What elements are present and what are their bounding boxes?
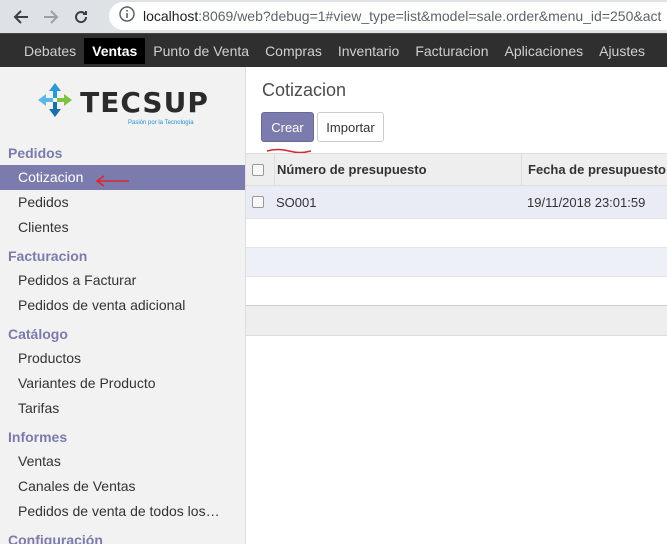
list-header: Número de presupuesto Fecha de presupues… (246, 153, 667, 186)
import-button[interactable]: Importar (317, 112, 384, 142)
topmenu-item-ventas[interactable]: Ventas (84, 37, 146, 64)
sidebar-item-ventas[interactable]: Ventas (0, 449, 245, 474)
empty-row (246, 277, 667, 306)
create-button[interactable]: Crear (261, 112, 314, 142)
cell-numero: SO001 (276, 194, 317, 210)
forward-icon[interactable] (36, 2, 66, 32)
reload-icon[interactable] (66, 2, 96, 32)
info-icon[interactable] (119, 5, 135, 27)
sidebar-item-pedidos[interactable]: Pedidos (0, 190, 245, 215)
sidebar-section-catalogo: Catálogo (8, 326, 68, 342)
topmenu-item-punto-de-venta[interactable]: Punto de Venta (145, 38, 257, 64)
cell-fecha: 19/11/2018 23:01:59 (527, 194, 646, 210)
topmenu-item-ajustes[interactable]: Ajustes (591, 38, 653, 64)
table-row[interactable]: SO001 19/11/2018 23:01:59 (246, 186, 667, 219)
sidebar-item-clientes[interactable]: Clientes (0, 215, 245, 240)
quotation-list: Número de presupuesto Fecha de presupues… (246, 153, 667, 336)
top-menu: Debates Ventas Punto de Venta Compras In… (0, 33, 667, 67)
topmenu-item-inventario[interactable]: Inventario (330, 38, 407, 64)
sidebar-item-variantes-producto[interactable]: Variantes de Producto (0, 371, 245, 396)
topmenu-item-facturacion[interactable]: Facturacion (407, 38, 496, 64)
back-icon[interactable] (6, 2, 36, 32)
company-logo[interactable]: TECSUP Pasión por la Tecnología (0, 67, 245, 137)
tecsup-logo-icon (36, 81, 74, 124)
red-arrow-annotation-icon (95, 174, 131, 192)
sidebar-item-canales-ventas[interactable]: Canales de Ventas (0, 474, 245, 499)
sidebar-section-configuracion: Configuración (8, 532, 103, 544)
url-path: :8069/web?debug=1#view_type=list&model=s… (198, 8, 662, 24)
sidebar-item-tarifas[interactable]: Tarifas (0, 396, 245, 421)
topmenu-item-debates[interactable]: Debates (16, 38, 84, 64)
topmenu-item-compras[interactable]: Compras (257, 38, 330, 64)
empty-row (246, 219, 667, 248)
address-bar[interactable]: localhost:8069/web?debug=1#view_type=lis… (109, 2, 667, 30)
sidebar: TECSUP Pasión por la Tecnología Pedidos … (0, 67, 246, 544)
sidebar-section-informes: Informes (8, 429, 68, 445)
column-header-fecha[interactable]: Fecha de presupuesto (521, 154, 666, 185)
main-content: Cotizacion Crear Importar Número de pres… (246, 67, 667, 544)
url-host: localhost (143, 8, 199, 24)
logo-text: TECSUP (80, 85, 209, 119)
logo-tagline: Pasión por la Tecnología (128, 120, 194, 126)
column-header-numero[interactable]: Número de presupuesto (274, 154, 521, 185)
sidebar-section-facturacion: Facturacion (8, 248, 88, 264)
breadcrumb: Cotizacion (262, 80, 347, 100)
topmenu-item-aplicaciones[interactable]: Aplicaciones (497, 38, 592, 64)
sidebar-section-pedidos: Pedidos (8, 145, 63, 161)
sidebar-item-pedidos-a-facturar[interactable]: Pedidos a Facturar (0, 268, 245, 293)
browser-toolbar: localhost:8069/web?debug=1#view_type=lis… (0, 0, 667, 33)
sidebar-item-productos[interactable]: Productos (0, 346, 245, 371)
select-all-checkbox[interactable] (252, 163, 264, 176)
sidebar-item-pedidos-venta-adicional[interactable]: Pedidos de venta adicional (0, 293, 245, 318)
row-checkbox[interactable] (252, 196, 264, 208)
sidebar-item-pedidos-todos[interactable]: Pedidos de venta de todos los… (0, 499, 245, 524)
list-footer (246, 306, 667, 336)
empty-row (246, 248, 667, 277)
